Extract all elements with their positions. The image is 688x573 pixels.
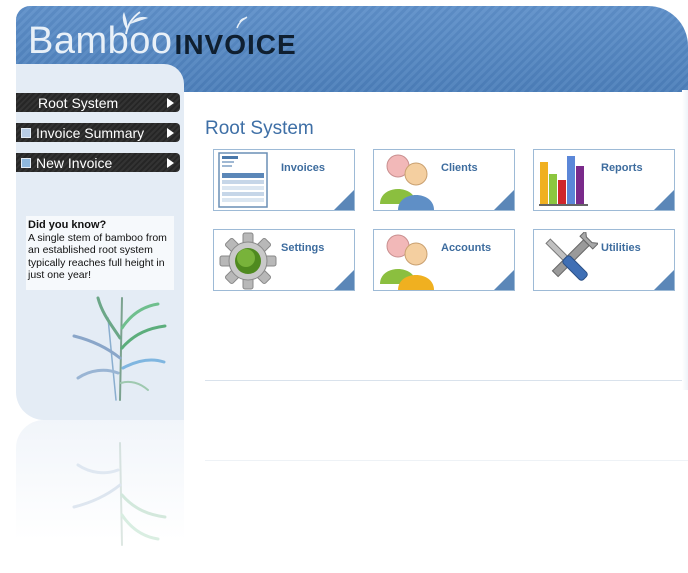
tile-label: Invoices	[281, 162, 326, 174]
sidebar-item-label: Invoice Summary	[36, 124, 145, 141]
tip-title: Did you know?	[28, 219, 107, 231]
tile-label: Clients	[441, 162, 478, 174]
sidebar-item-label: Root System	[38, 94, 119, 111]
bamboo-leaf-small-icon	[236, 16, 248, 29]
invoice-document-icon	[218, 152, 268, 208]
tile-label: Utilities	[601, 242, 641, 254]
logo-text-invoice: INVOICE	[174, 29, 297, 60]
sidebar-item-label: New Invoice	[36, 154, 113, 171]
app-frame: Bamboo INVOICE Root System Invoice Summa…	[0, 0, 688, 573]
right-edge-shadow	[682, 90, 688, 390]
tile-reports[interactable]: Reports	[533, 149, 675, 211]
new-invoice-icon	[21, 157, 31, 168]
tile-label: Settings	[281, 242, 325, 254]
tools-icon	[545, 232, 598, 281]
tile-accounts[interactable]: Accounts	[373, 229, 515, 291]
arrow-right-icon	[167, 97, 174, 108]
sidebar-item-new-invoice[interactable]: New Invoice	[16, 153, 180, 172]
page-title: Root System	[205, 118, 314, 139]
corner-triangle-icon	[654, 270, 674, 290]
corner-triangle-icon	[494, 190, 514, 210]
sidebar-item-invoice-summary[interactable]: Invoice Summary	[16, 123, 180, 142]
did-you-know-box: Did you know? A single stem of bamboo fr…	[26, 216, 174, 290]
clients-icon	[380, 154, 434, 210]
logo[interactable]: Bamboo INVOICE	[28, 22, 297, 60]
tile-utilities[interactable]: Utilities	[533, 229, 675, 291]
content-divider-faint	[205, 460, 688, 461]
bamboo-leaf-icon	[122, 11, 148, 35]
corner-triangle-icon	[334, 270, 354, 290]
tip-text: A single stem of bamboo from an establis…	[28, 231, 167, 282]
tile-settings[interactable]: Settings	[213, 229, 355, 291]
arrow-right-icon	[167, 157, 174, 168]
bamboo-plant-icon	[72, 296, 167, 401]
content-divider	[205, 380, 688, 381]
gear-icon	[219, 232, 277, 290]
corner-triangle-icon	[654, 190, 674, 210]
bar-chart-icon	[539, 156, 588, 206]
tile-invoices[interactable]: Invoices	[213, 149, 355, 211]
corner-triangle-icon	[494, 270, 514, 290]
arrow-right-icon	[167, 127, 174, 138]
summary-icon	[21, 127, 31, 138]
tile-label: Accounts	[441, 242, 492, 254]
accounts-icon	[380, 234, 434, 290]
bamboo-plant-reflection	[72, 442, 167, 546]
tile-clients[interactable]: Clients	[373, 149, 515, 211]
corner-triangle-icon	[334, 190, 354, 210]
sidebar-item-root-system[interactable]: Root System	[16, 93, 180, 112]
tile-label: Reports	[601, 162, 643, 174]
